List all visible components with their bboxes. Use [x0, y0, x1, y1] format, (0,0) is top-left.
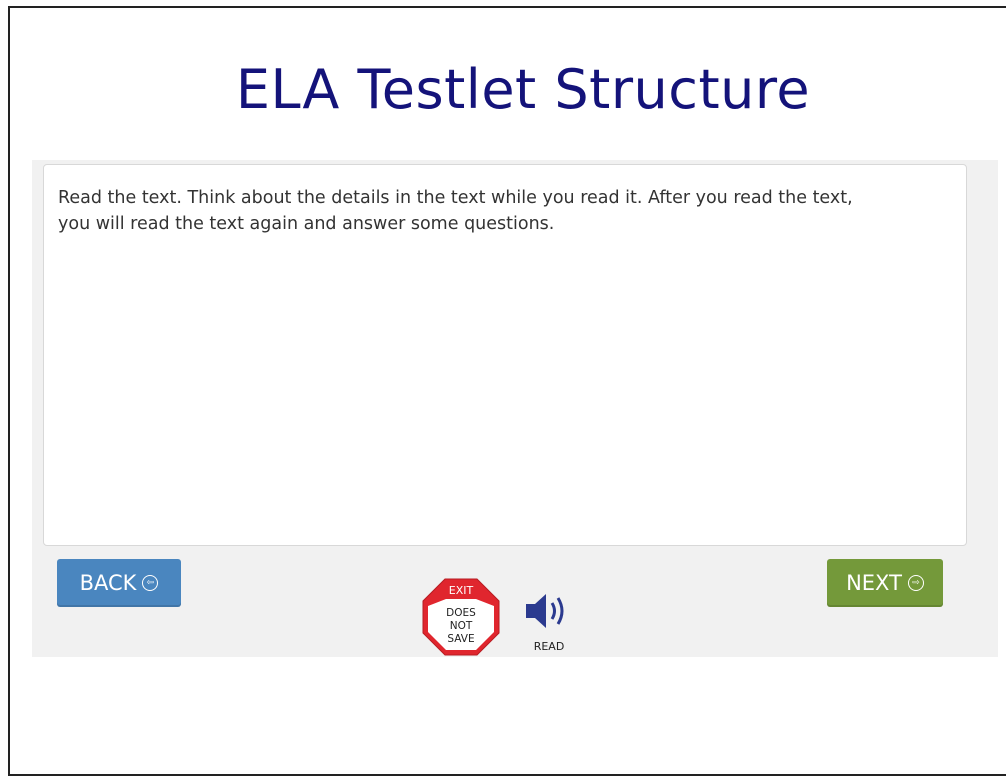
instruction-text: Read the text. Think about the details i… — [58, 185, 958, 237]
instruction-line-2: you will read the text again and answer … — [58, 214, 555, 234]
test-app-panel: Read the text. Think about the details i… — [32, 160, 998, 657]
slide-title: ELA Testlet Structure — [235, 58, 811, 121]
content-box: Read the text. Think about the details i… — [43, 164, 967, 546]
exit-does-not-save-button[interactable]: EXIT DOES NOT SAVE — [422, 578, 500, 656]
next-arrow-icon: ⇨ — [907, 575, 924, 591]
read-label: READ — [533, 640, 565, 653]
speaker-icon — [526, 594, 564, 628]
exit-label: EXIT — [449, 584, 474, 597]
back-button[interactable]: BACK ⇦ — [57, 559, 181, 607]
exit-line-2: NOT — [450, 620, 473, 632]
back-arrow-icon: ⇦ — [142, 575, 159, 591]
read-aloud-button[interactable]: READ — [520, 590, 578, 656]
exit-line-1: DOES — [446, 607, 476, 619]
exit-line-3: SAVE — [447, 633, 474, 645]
back-button-label: BACK — [79, 571, 137, 595]
next-button-label: NEXT — [846, 571, 902, 595]
next-button[interactable]: NEXT ⇨ — [827, 559, 943, 607]
instruction-line-1: Read the text. Think about the details i… — [58, 188, 853, 208]
